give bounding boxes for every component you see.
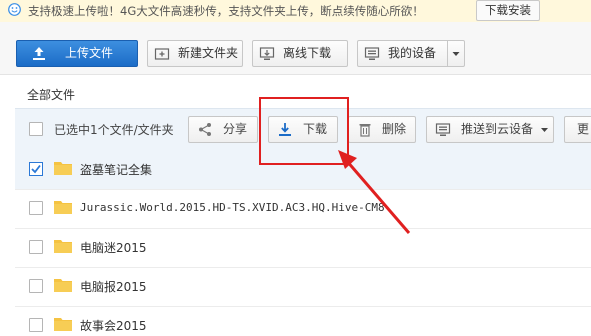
annotation-arrow-icon [338,150,411,234]
